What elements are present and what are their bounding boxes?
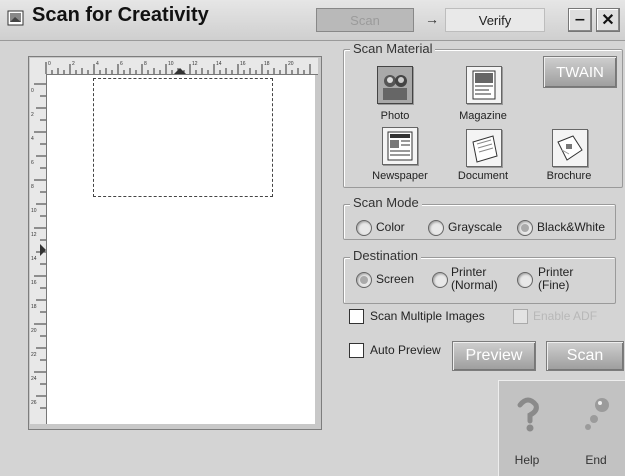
color-radio-label: Color	[376, 220, 405, 234]
ruler-left: 0 2 4 6 8 10 12 14 16 18 20 22 24 26	[30, 74, 47, 424]
ruler-top-label: 12	[192, 61, 198, 67]
ruler-left-label: 10	[31, 208, 37, 214]
ruler-left-label: 12	[31, 232, 37, 238]
close-button[interactable]: ✕	[596, 8, 620, 32]
magazine-label: Magazine	[459, 110, 507, 122]
destination-label: Destination	[350, 248, 422, 263]
ruler-left-label: 4	[31, 136, 34, 142]
printer-fine-radio[interactable]	[517, 272, 533, 288]
ruler-top-label: 0	[48, 61, 51, 67]
printer-fine-radio-label: Printer (Fine)	[538, 266, 573, 292]
help-label[interactable]: Help	[505, 453, 549, 467]
grayscale-radio[interactable]	[428, 220, 444, 236]
ruler-top-label: 8	[144, 61, 147, 67]
scan-selection-marquee[interactable]	[93, 78, 273, 197]
grayscale-radio-label: Grayscale	[448, 220, 503, 234]
scanner-app-icon	[6, 8, 26, 28]
ruler-left-label: 14	[31, 256, 37, 262]
scan-multiple-checkbox[interactable]	[349, 309, 364, 324]
enable-adf-checkbox[interactable]	[513, 309, 528, 324]
ruler-left-label: 6	[31, 160, 34, 166]
ruler-left-label: 22	[31, 352, 37, 358]
ruler-top: 0 2 4 6 8 10 12 14 16 18 20	[30, 58, 318, 75]
scan-multiple-label: Scan Multiple Images	[370, 309, 485, 323]
ruler-top-label: 2	[72, 61, 75, 67]
brochure-label: Brochure	[546, 170, 592, 182]
help-question-icon[interactable]	[512, 395, 544, 433]
ruler-top-label: 6	[120, 61, 123, 67]
ruler-left-label: 0	[31, 88, 34, 94]
auto-preview-checkbox[interactable]	[349, 343, 364, 358]
color-radio[interactable]	[356, 220, 372, 236]
ruler-top-label: 18	[264, 61, 270, 67]
enable-adf-label: Enable ADF	[533, 309, 598, 323]
screen-radio-label: Screen	[376, 272, 415, 286]
ruler-left-label: 26	[31, 400, 37, 406]
photo-icon	[383, 75, 407, 100]
minimize-button[interactable]: ‒	[568, 8, 592, 32]
newspaper-media-button[interactable]	[382, 127, 418, 165]
ruler-top-label: 16	[240, 61, 246, 67]
twain-button[interactable]: TWAIN	[543, 56, 617, 88]
ruler-left-label: 18	[31, 304, 37, 310]
printer-normal-line2: (Normal)	[451, 278, 498, 292]
photo-media-button[interactable]	[377, 66, 413, 104]
newspaper-label: Newspaper	[372, 170, 428, 182]
ruler-top-label: 4	[96, 61, 99, 67]
brochure-media-button[interactable]	[552, 129, 588, 167]
end-label[interactable]: End	[578, 453, 614, 467]
blackwhite-radio-label: Black&White	[537, 220, 606, 234]
arrow-right-icon: →	[425, 11, 439, 27]
window-title: Scan for Creativity	[32, 4, 209, 26]
ruler-top-label: 20	[288, 61, 294, 67]
preview-button[interactable]: Preview	[452, 341, 536, 371]
ruler-left-label: 16	[31, 280, 37, 286]
ruler-top-label: 10	[168, 61, 174, 67]
magazine-icon	[472, 70, 496, 100]
printer-normal-radio[interactable]	[432, 272, 448, 288]
screen-radio[interactable]	[356, 272, 372, 288]
blackwhite-radio[interactable]	[517, 220, 533, 236]
newspaper-icon	[387, 131, 413, 161]
printer-normal-radio-label: Printer (Normal)	[451, 266, 498, 292]
magazine-media-button[interactable]	[466, 66, 502, 104]
scan-button[interactable]: Scan	[546, 341, 624, 371]
scan-material-label: Scan Material	[350, 41, 436, 56]
document-label: Document	[457, 170, 509, 182]
step-scan: Scan	[316, 8, 414, 32]
scan-mode-label: Scan Mode	[350, 195, 422, 210]
brochure-icon	[557, 135, 583, 161]
ruler-left-label: 8	[31, 184, 34, 190]
document-media-button[interactable]	[466, 129, 502, 167]
ruler-left-label: 20	[31, 328, 37, 334]
photo-label: Photo	[380, 110, 410, 122]
printer-fine-line2: (Fine)	[538, 278, 570, 292]
ruler-left-label: 2	[31, 112, 34, 118]
ruler-top-label: 14	[216, 61, 222, 67]
document-icon	[472, 135, 498, 163]
step-verify: Verify	[445, 8, 545, 32]
ruler-left-label: 24	[31, 376, 37, 382]
end-exit-icon[interactable]	[580, 395, 612, 433]
auto-preview-label: Auto Preview	[370, 343, 441, 357]
